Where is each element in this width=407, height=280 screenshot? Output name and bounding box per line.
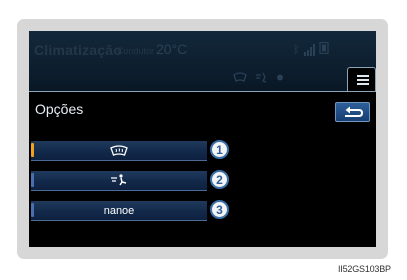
phone-battery-icon [319, 41, 329, 59]
bluetooth-icon: ᛒ [293, 44, 300, 56]
return-arrow-icon [345, 106, 364, 117]
recirculation-icon [275, 70, 285, 88]
header-divider [29, 91, 376, 92]
windshield-defog-icon [233, 70, 247, 88]
menu-tab[interactable] [347, 67, 376, 92]
status-title: Climatização [34, 42, 122, 58]
option-nanoe-button[interactable]: nanoe [31, 201, 207, 221]
windshield-defog-icon [110, 144, 128, 156]
option-defog-button[interactable] [31, 141, 207, 161]
airflow-feet-icon [111, 174, 127, 186]
option-nanoe-label: nanoe [103, 204, 135, 217]
callout-3: 3 [210, 200, 229, 219]
option-airflow-button[interactable] [31, 171, 207, 191]
status-zone: Condutor [117, 46, 155, 56]
option-content [31, 141, 207, 160]
status-temperature: 20°C [156, 41, 188, 57]
back-button[interactable] [335, 102, 370, 122]
option-content [31, 171, 207, 190]
status-bar: Climatização Condutor 20°C ᛒ [29, 31, 376, 91]
figure-caption: II52GS103BP [338, 264, 391, 274]
callout-1: 1 [210, 140, 229, 159]
touchscreen: Climatização Condutor 20°C ᛒ Opções nano… [29, 31, 376, 247]
callout-2: 2 [210, 170, 229, 189]
mode-icons [233, 70, 285, 88]
page-title: Opções [35, 101, 84, 117]
airflow-feet-icon [254, 70, 268, 88]
status-icons: ᛒ [293, 41, 329, 59]
signal-bars-icon [303, 44, 315, 56]
